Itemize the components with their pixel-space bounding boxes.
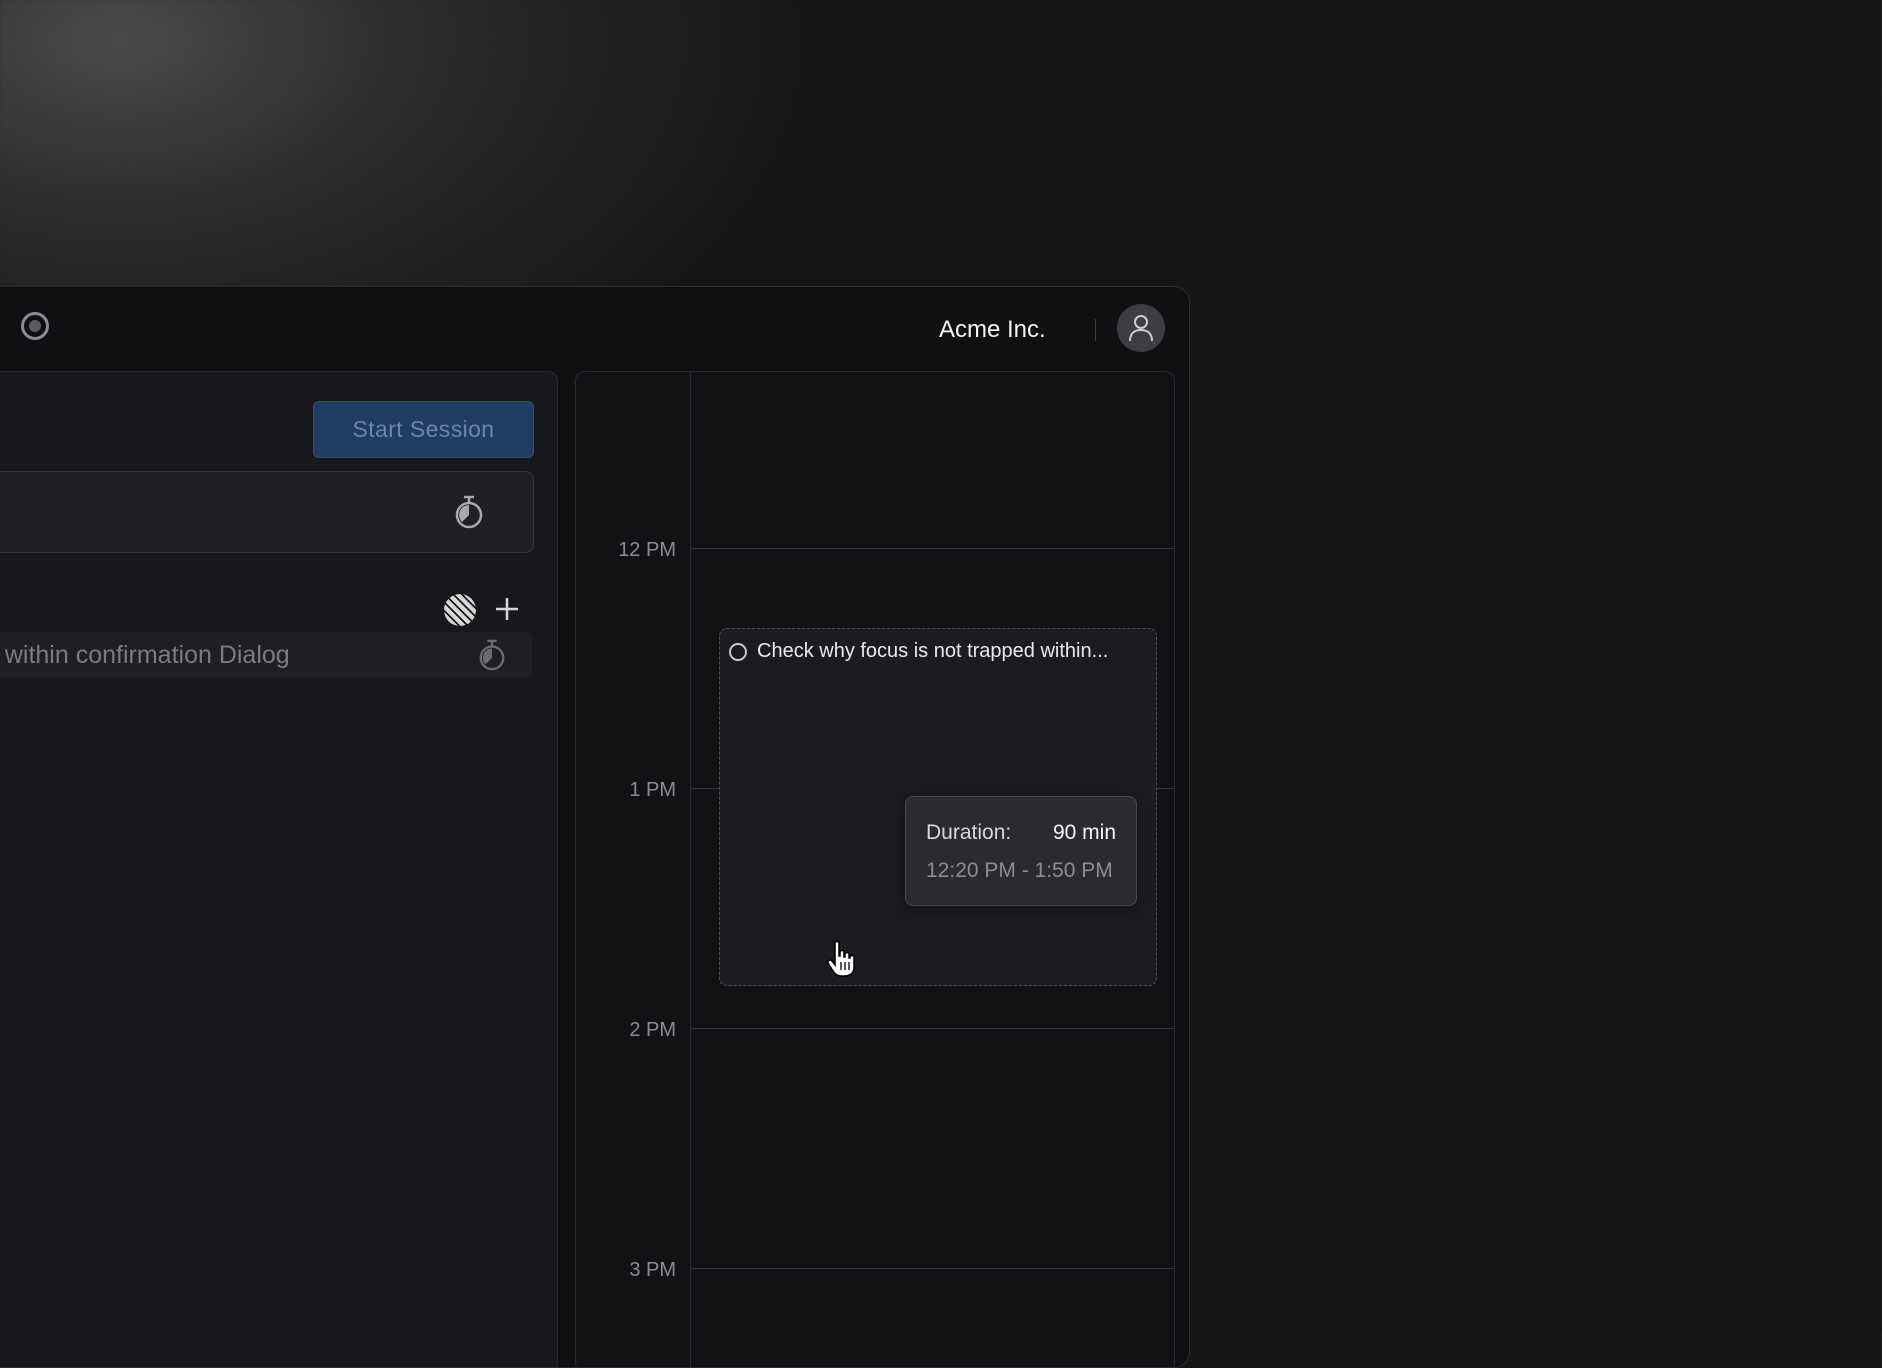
task-checkbox[interactable] <box>729 643 747 661</box>
event-title: Check why focus is not trapped within... <box>757 640 1109 662</box>
hour-label: 3 PM <box>629 1259 676 1281</box>
duration-label: Duration: <box>926 821 1012 844</box>
app-window: Acme Inc. Start Session d within confirm… <box>0 286 1190 1368</box>
hour-label: 2 PM <box>629 1019 676 1041</box>
linear-icon[interactable] <box>444 594 476 626</box>
hour-tick <box>691 788 720 789</box>
header-divider <box>1095 319 1096 341</box>
top-bar: Acme Inc. <box>0 287 1189 369</box>
time-range: 12:20 PM - 1:50 PM <box>926 859 1113 882</box>
list-item[interactable]: d within confirmation Dialog <box>0 632 532 678</box>
circle-logo-icon[interactable] <box>21 312 49 340</box>
hour-line <box>691 1268 1174 1269</box>
task-title: d within confirmation Dialog <box>0 641 290 669</box>
duration-value: 90 min <box>1052 821 1116 844</box>
hour-line <box>691 1028 1174 1029</box>
session-timer-field[interactable] <box>0 471 534 553</box>
time-axis <box>690 372 691 1367</box>
user-icon <box>1129 315 1153 342</box>
hand-cursor-icon <box>827 940 855 977</box>
avatar[interactable] <box>1117 304 1165 352</box>
task-panel: Start Session d within confirmation Dial… <box>0 371 558 1367</box>
org-name[interactable]: Acme Inc. <box>939 316 1046 344</box>
hour-label: 12 PM <box>618 539 676 561</box>
hour-label: 1 PM <box>629 779 676 801</box>
stopwatch-icon[interactable] <box>453 494 485 530</box>
hour-line <box>691 548 1174 549</box>
start-session-button[interactable]: Start Session <box>313 401 534 458</box>
hour-line <box>1157 788 1174 789</box>
plus-icon[interactable] <box>492 594 522 624</box>
duration-tooltip: Duration: 90 min 12:20 PM - 1:50 PM <box>905 796 1137 906</box>
stopwatch-icon[interactable] <box>477 638 507 672</box>
